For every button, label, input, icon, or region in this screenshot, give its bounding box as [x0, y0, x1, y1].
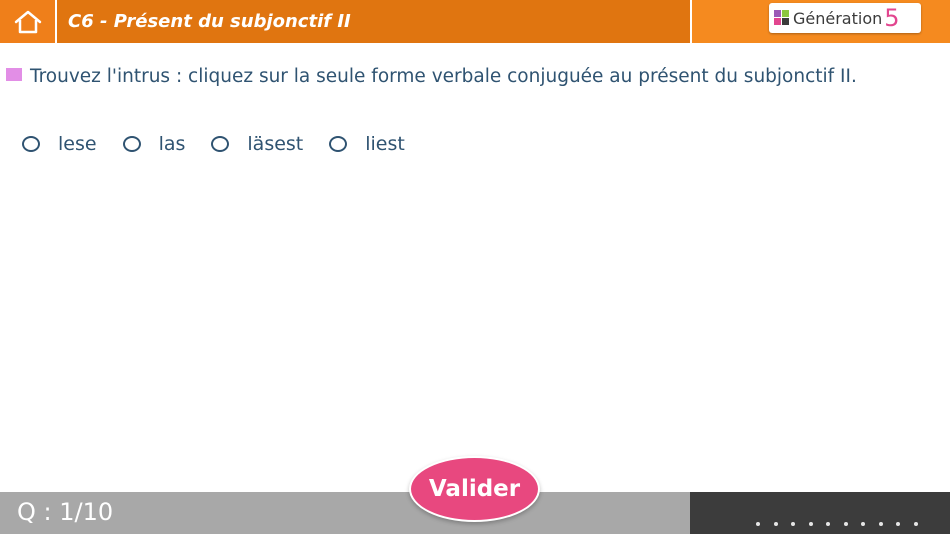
progress-dot — [843, 522, 848, 526]
radio-button[interactable] — [329, 136, 348, 152]
home-button[interactable] — [0, 0, 55, 43]
question-block: Trouvez l'intrus : cliquez sur la seule … — [6, 63, 916, 90]
option-lasest[interactable]: läsest — [211, 133, 303, 155]
home-icon — [14, 10, 41, 33]
progress-dot — [808, 522, 813, 526]
logo-squares-icon — [774, 9, 790, 27]
answer-options: lese las läsest liest — [22, 133, 431, 155]
progress-dot — [791, 522, 795, 526]
brand-name: Génération — [793, 8, 883, 28]
footer-bar: Q : 1/10 — [0, 492, 690, 534]
radio-button[interactable] — [122, 136, 141, 152]
radio-button[interactable] — [22, 136, 40, 152]
radio-button[interactable] — [211, 136, 230, 152]
option-label: läsest — [247, 133, 304, 155]
progress-dots — [756, 522, 931, 526]
page-title: C6 - Présent du subjonctif II — [68, 11, 351, 32]
option-liest[interactable]: liest — [329, 133, 405, 155]
option-label: liest — [365, 133, 405, 155]
progress-dot — [896, 522, 900, 526]
option-lese[interactable]: lese — [22, 133, 97, 155]
option-label: las — [158, 133, 186, 155]
question-counter: Q : 1/10 — [17, 498, 114, 526]
validate-button[interactable]: Valider — [409, 456, 540, 522]
progress-dot — [861, 522, 865, 526]
progress-dot — [756, 522, 760, 526]
progress-dot — [878, 522, 883, 526]
validate-label: Valider — [428, 476, 521, 502]
progress-dot — [773, 522, 778, 526]
brand-area: Génération 5 — [692, 0, 950, 43]
progress-dot — [826, 522, 830, 526]
progress-dot — [913, 522, 918, 526]
option-label: lese — [58, 133, 97, 155]
question-marker-icon — [6, 68, 22, 81]
top-header: C6 - Présent du subjonctif II Génération… — [0, 0, 950, 43]
question-text: Trouvez l'intrus : cliquez sur la seule … — [30, 66, 857, 87]
brand-logo: Génération 5 — [769, 3, 921, 33]
option-las[interactable]: las — [122, 133, 186, 155]
brand-number: 5 — [884, 4, 900, 32]
progress-panel — [690, 492, 950, 534]
title-bar: C6 - Présent du subjonctif II — [57, 0, 690, 43]
